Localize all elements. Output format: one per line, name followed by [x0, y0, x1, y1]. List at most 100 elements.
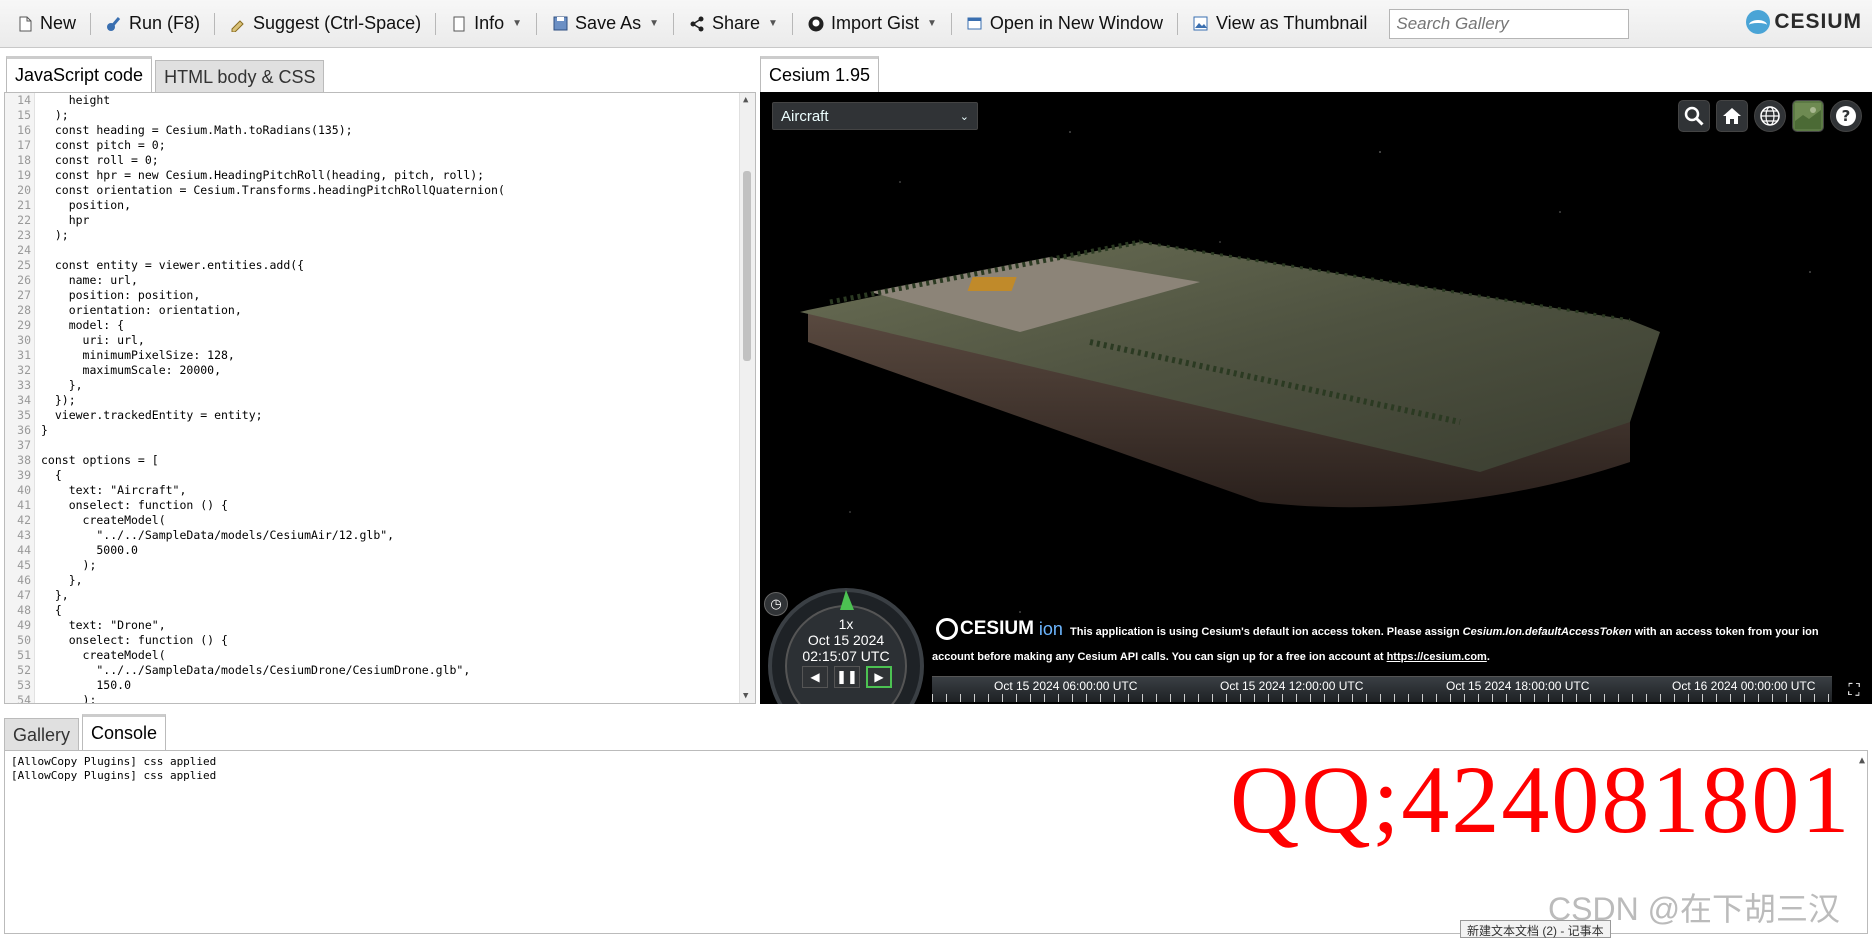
- new-button[interactable]: New: [8, 7, 84, 41]
- separator: [950, 12, 952, 35]
- line-number: 29: [17, 318, 31, 332]
- code-line: 28 orientation: orientation,: [5, 303, 740, 318]
- line-number: 50: [17, 633, 31, 647]
- code-editor[interactable]: 14 height 15 ); 16 const heading = Cesium.…: [4, 92, 756, 704]
- code-text: );: [41, 558, 97, 572]
- suggest-icon: [229, 15, 247, 33]
- code-text: },: [41, 588, 69, 602]
- code-line: 37: [5, 438, 740, 453]
- line-number: 15: [17, 108, 31, 122]
- editor-scrollbar[interactable]: ▲ ▼: [739, 93, 755, 703]
- info-dropdown[interactable]: Info ▼: [442, 7, 530, 41]
- line-number: 42: [17, 513, 31, 527]
- code-line: 48 {: [5, 603, 740, 618]
- play-reverse-button[interactable]: ◀: [802, 666, 828, 688]
- view-thumbnail-button[interactable]: View as Thumbnail: [1184, 7, 1375, 41]
- code-text: },: [41, 573, 83, 587]
- scene-mode-button[interactable]: [1754, 100, 1786, 132]
- geocoder-search-button[interactable]: [1678, 100, 1710, 132]
- line-number: 52: [17, 663, 31, 677]
- tab-cesium-viewer[interactable]: Cesium 1.95: [760, 56, 880, 92]
- code-text: );: [41, 228, 69, 242]
- code-line: 40 text: "Aircraft",: [5, 483, 740, 498]
- code-line: 44 5000.0: [5, 543, 740, 558]
- line-number: 41: [17, 498, 31, 512]
- line-number: 35: [17, 408, 31, 422]
- help-button[interactable]: ?: [1830, 100, 1862, 132]
- line-number: 22: [17, 213, 31, 227]
- code-line: 49 text: "Drone",: [5, 618, 740, 633]
- code-line: 19 const hpr = new Cesium.HeadingPitchRo…: [5, 168, 740, 183]
- code-text: });: [41, 393, 76, 407]
- clock-icon[interactable]: ◷: [764, 592, 788, 616]
- code-line: 43 "../../SampleData/models/CesiumAir/12…: [5, 528, 740, 543]
- tab-javascript-code[interactable]: JavaScript code: [6, 56, 153, 92]
- play-forward-button[interactable]: ▶: [866, 666, 892, 688]
- code-line: 22 hpr: [5, 213, 740, 228]
- animation-time: 02:15:07 UTC: [802, 648, 890, 664]
- code-text: {: [41, 603, 62, 617]
- github-icon: [807, 15, 825, 33]
- run-button-label: Run (F8): [129, 13, 201, 33]
- model-select-dropdown[interactable]: Aircraft ⌄: [772, 102, 978, 130]
- code-text: const heading = Cesium.Math.toRadians(13…: [41, 123, 353, 137]
- code-text: const pitch = 0;: [41, 138, 166, 152]
- line-number: 46: [17, 573, 31, 587]
- code-text: createModel(: [41, 648, 166, 662]
- timeline-label: Oct 15 2024 06:00:00 UTC: [994, 679, 1138, 693]
- fullscreen-button[interactable]: ⛶: [1842, 680, 1866, 702]
- search-gallery-input[interactable]: [1389, 8, 1630, 39]
- line-number: 37: [17, 438, 31, 452]
- code-text: minimumPixelSize: 128,: [41, 348, 235, 362]
- import-gist-dropdown[interactable]: Import Gist ▼: [799, 7, 945, 41]
- code-line: 20 const orientation = Cesium.Transforms…: [5, 183, 740, 198]
- line-number: 51: [17, 648, 31, 662]
- viewer-tabs: Cesium 1.95: [760, 52, 882, 92]
- separator: [536, 12, 538, 35]
- scroll-up-icon[interactable]: ▲: [743, 95, 748, 105]
- tab-gallery[interactable]: Gallery: [4, 718, 80, 750]
- scroll-up-icon[interactable]: ▲: [1859, 755, 1865, 766]
- code-text: "../../SampleData/models/CesiumAir/12.gl…: [41, 528, 395, 542]
- code-text: uri: url,: [41, 333, 145, 347]
- scrollbar-thumb[interactable]: [743, 171, 751, 361]
- open-new-window-button[interactable]: Open in New Window: [958, 7, 1171, 41]
- code-line: 52 "../../SampleData/models/CesiumDrone/…: [5, 663, 740, 678]
- pause-button[interactable]: ❚❚: [834, 666, 860, 688]
- line-number: 40: [17, 483, 31, 497]
- timeline[interactable]: Oct 15 2024 06:00:00 UTC Oct 15 2024 12:…: [932, 676, 1832, 702]
- caret-down-icon: ▼: [512, 18, 523, 29]
- tab-html-body-css[interactable]: HTML body & CSS: [155, 60, 325, 92]
- code-line: 21 position,: [5, 198, 740, 213]
- tab-console[interactable]: Console: [82, 714, 167, 750]
- scroll-down-icon[interactable]: ▼: [743, 691, 748, 701]
- pause-icon: ❚❚: [836, 669, 858, 684]
- animation-date: Oct 15 2024: [807, 632, 885, 648]
- code-line: 50 onselect: function () {: [5, 633, 740, 648]
- line-number: 32: [17, 363, 31, 377]
- share-dropdown[interactable]: Share ▼: [680, 7, 786, 41]
- code-text: createModel(: [41, 513, 166, 527]
- line-number: 36: [17, 423, 31, 437]
- orange-field: [967, 277, 1017, 291]
- code-text: text: "Aircraft",: [41, 483, 187, 497]
- code-text: },: [41, 378, 83, 392]
- line-number: 49: [17, 618, 31, 632]
- cesium-link[interactable]: https://cesium.com: [1387, 651, 1487, 663]
- suggest-button[interactable]: Suggest (Ctrl-Space): [221, 7, 429, 41]
- code-line: 39 {: [5, 468, 740, 483]
- view-thumbnail-label: View as Thumbnail: [1215, 13, 1368, 33]
- save-as-dropdown[interactable]: Save As ▼: [543, 7, 667, 41]
- cesium-viewer[interactable]: Aircraft ⌄ ? ◷ 1x Oct 15 2024 02:15:07 U…: [760, 92, 1872, 704]
- run-button[interactable]: Run (F8): [97, 7, 208, 41]
- code-line: 24: [5, 243, 740, 258]
- base-layer-picker-button[interactable]: [1792, 100, 1824, 132]
- code-text: );: [41, 108, 69, 122]
- home-button[interactable]: [1716, 100, 1748, 132]
- model-select-value: Aircraft: [781, 107, 829, 125]
- line-number: 26: [17, 273, 31, 287]
- code-line: 47 },: [5, 588, 740, 603]
- code-line: 42 createModel(: [5, 513, 740, 528]
- code-text: orientation: orientation,: [41, 303, 242, 317]
- code-text: 150.0: [41, 678, 132, 692]
